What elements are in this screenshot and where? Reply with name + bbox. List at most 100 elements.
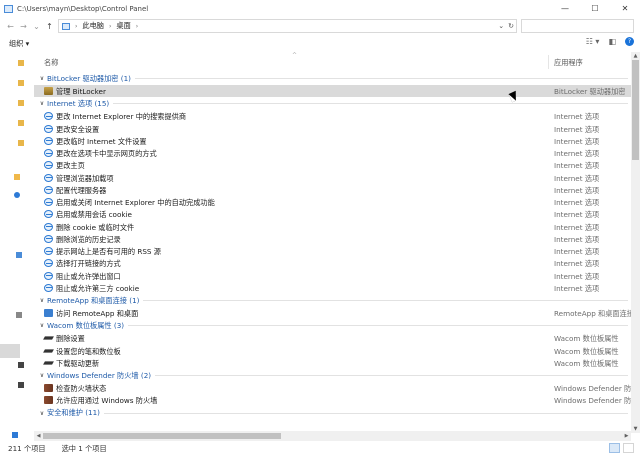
- group-title[interactable]: Wacom 数位板属性 (3): [47, 321, 124, 331]
- onedrive-icon[interactable]: [14, 192, 20, 198]
- item-application: Internet 选项: [554, 185, 600, 195]
- address-bar[interactable]: › 此电脑 › 桌面 › ⌄ ↻: [58, 19, 517, 33]
- list-item[interactable]: 允许应用通过 Windows 防火墙 Windows Defender 防火墙: [34, 394, 631, 406]
- horizontal-scrollbar[interactable]: ◀ ▶: [34, 431, 631, 441]
- recent-locations-button[interactable]: ⌄: [30, 19, 43, 34]
- group-title[interactable]: RemoteApp 和桌面连接 (1): [47, 296, 139, 306]
- wacom-pen-icon: [43, 348, 54, 353]
- list-item[interactable]: 检查防火墙状态 Windows Defender 防火墙: [34, 382, 631, 394]
- scroll-left-arrow-icon[interactable]: ◀: [34, 431, 43, 441]
- item-application: Internet 选项: [554, 271, 600, 281]
- group-header[interactable]: ∨ BitLocker 驱动器加密 (1): [34, 72, 631, 85]
- list-item[interactable]: 启用或禁用会话 cookie Internet 选项: [34, 208, 631, 220]
- network-icon[interactable]: [12, 432, 18, 438]
- close-button[interactable]: ✕: [610, 0, 640, 17]
- back-button[interactable]: ←: [4, 19, 17, 34]
- list-item[interactable]: 更改主页 Internet 选项: [34, 159, 631, 171]
- help-icon[interactable]: ?: [625, 37, 634, 46]
- folder-icon[interactable]: [18, 120, 24, 126]
- organize-button[interactable]: 组织 ▾: [9, 39, 29, 49]
- large-icons-view-button[interactable]: [623, 443, 634, 453]
- list-item[interactable]: 阻止或允许第三方 cookie Internet 选项: [34, 282, 631, 294]
- folder-icon[interactable]: [18, 80, 24, 86]
- file-list: ^ 名称 应用程序 ∨ BitLocker 驱动器加密 (1) 管理 BitLock…: [34, 52, 631, 431]
- list-item[interactable]: 管理浏览器加载项 Internet 选项: [34, 172, 631, 184]
- bitlocker-icon: [44, 87, 53, 95]
- list-item[interactable]: 更改临时 Internet 文件设置 Internet 选项: [34, 135, 631, 147]
- group-header[interactable]: ∨ Wacom 数位板属性 (3): [34, 319, 631, 332]
- list-item[interactable]: 删除设置 Wacom 数位板属性: [34, 332, 631, 344]
- group-title[interactable]: Internet 选项 (15): [47, 99, 109, 109]
- item-name: 删除 cookie 或临时文件: [56, 222, 135, 232]
- list-item[interactable]: 提示网站上是否有可用的 RSS 源 Internet 选项: [34, 245, 631, 257]
- list-item[interactable]: 配置代理服务器 Internet 选项: [34, 184, 631, 196]
- list-item[interactable]: 更改在选项卡中显示网页的方式 Internet 选项: [34, 147, 631, 159]
- list-item[interactable]: 阻止或允许弹出窗口 Internet 选项: [34, 270, 631, 282]
- vertical-scrollbar[interactable]: ▲ ▼: [631, 52, 640, 433]
- address-tools: ⌄ ↻: [498, 20, 514, 32]
- list-item[interactable]: 访问 RemoteApp 和桌面 RemoteApp 和桌面连接: [34, 307, 631, 319]
- forward-button[interactable]: →: [17, 19, 30, 34]
- group-header[interactable]: ∨ RemoteApp 和桌面连接 (1): [34, 294, 631, 307]
- refresh-button[interactable]: ↻: [508, 22, 514, 30]
- list-item[interactable]: 选择打开链接的方式 Internet 选项: [34, 257, 631, 269]
- minimize-button[interactable]: —: [550, 0, 580, 17]
- chevron-down-icon[interactable]: ∨: [37, 322, 47, 329]
- firewall-icon: [44, 384, 53, 392]
- group-divider: [143, 300, 628, 301]
- folder-icon[interactable]: [14, 174, 20, 180]
- group-header[interactable]: ∨ 安全和维护 (11): [34, 407, 631, 420]
- list-item[interactable]: 更改安全设置 Internet 选项: [34, 123, 631, 135]
- list-item[interactable]: 下载驱动更新 Wacom 数位板属性: [34, 357, 631, 369]
- drive-icon[interactable]: [18, 362, 24, 368]
- quick-access-icon[interactable]: [18, 60, 24, 66]
- chevron-down-icon[interactable]: ∨: [37, 297, 47, 304]
- list-item[interactable]: 更改 Internet Explorer 中的搜索提供商 Internet 选项: [34, 110, 631, 122]
- group-title[interactable]: Windows Defender 防火墙 (2): [47, 371, 151, 381]
- folder-icon[interactable]: [18, 140, 24, 146]
- list-item[interactable]: 设置您的笔和数位板 Wacom 数位板属性: [34, 345, 631, 357]
- column-divider[interactable]: [548, 55, 549, 69]
- chevron-down-icon[interactable]: ⌄: [498, 22, 504, 30]
- item-application: BitLocker 驱动器加密: [554, 87, 626, 96]
- item-name: 启用或关闭 Internet Explorer 中的自动完成功能: [56, 198, 215, 207]
- maximize-button[interactable]: ☐: [580, 0, 610, 17]
- selection-count: 选中 1 个项目: [61, 443, 107, 453]
- preview-pane-icon[interactable]: ◧: [608, 37, 616, 46]
- chevron-down-icon[interactable]: ∨: [37, 372, 47, 379]
- drive-icon[interactable]: [16, 312, 22, 318]
- list-item[interactable]: 管理 BitLocker BitLocker 驱动器加密: [34, 85, 631, 98]
- group-title[interactable]: 安全和维护 (11): [47, 408, 100, 418]
- group-header[interactable]: ∨ Internet 选项 (15): [34, 97, 631, 110]
- vertical-scroll-thumb[interactable]: [632, 60, 639, 160]
- folder-icon[interactable]: [18, 100, 24, 106]
- chevron-down-icon[interactable]: ∨: [37, 100, 47, 107]
- column-application[interactable]: 应用程序: [554, 58, 583, 68]
- this-pc-icon[interactable]: [16, 252, 22, 258]
- chevron-down-icon[interactable]: ∨: [37, 410, 47, 417]
- search-input[interactable]: [521, 19, 634, 33]
- group-title[interactable]: BitLocker 驱动器加密 (1): [47, 74, 131, 84]
- internet-options-icon: [44, 136, 53, 145]
- scroll-up-arrow-icon[interactable]: ▲: [631, 52, 640, 60]
- horizontal-scroll-thumb[interactable]: [43, 433, 281, 439]
- breadcrumb-desktop[interactable]: 桌面: [116, 21, 130, 31]
- up-button[interactable]: ↑: [43, 19, 56, 34]
- item-name: 更改主页: [56, 161, 85, 171]
- group-header[interactable]: ∨ Windows Defender 防火墙 (2): [34, 369, 631, 382]
- address-bar-row: ← → ⌄ ↑ › 此电脑 › 桌面 › ⌄ ↻: [0, 17, 640, 36]
- view-options-icon[interactable]: ☷ ▾: [586, 37, 600, 46]
- list-item[interactable]: 启用或关闭 Internet Explorer 中的自动完成功能 Internet…: [34, 196, 631, 208]
- list-item[interactable]: 删除浏览的历史记录 Internet 选项: [34, 233, 631, 245]
- nav-selected-item[interactable]: [0, 344, 20, 358]
- list-item[interactable]: 删除 cookie 或临时文件 Internet 选项: [34, 221, 631, 233]
- chevron-down-icon[interactable]: ∨: [37, 75, 47, 82]
- column-name[interactable]: 名称: [44, 58, 58, 68]
- drive-icon[interactable]: [18, 382, 24, 388]
- scroll-right-arrow-icon[interactable]: ▶: [622, 431, 631, 441]
- breadcrumb-this-pc[interactable]: 此电脑: [82, 21, 104, 31]
- scroll-down-arrow-icon[interactable]: ▼: [631, 425, 640, 433]
- item-application: Internet 选项: [554, 210, 600, 220]
- details-view-button[interactable]: [609, 443, 620, 453]
- internet-options-icon: [44, 210, 53, 219]
